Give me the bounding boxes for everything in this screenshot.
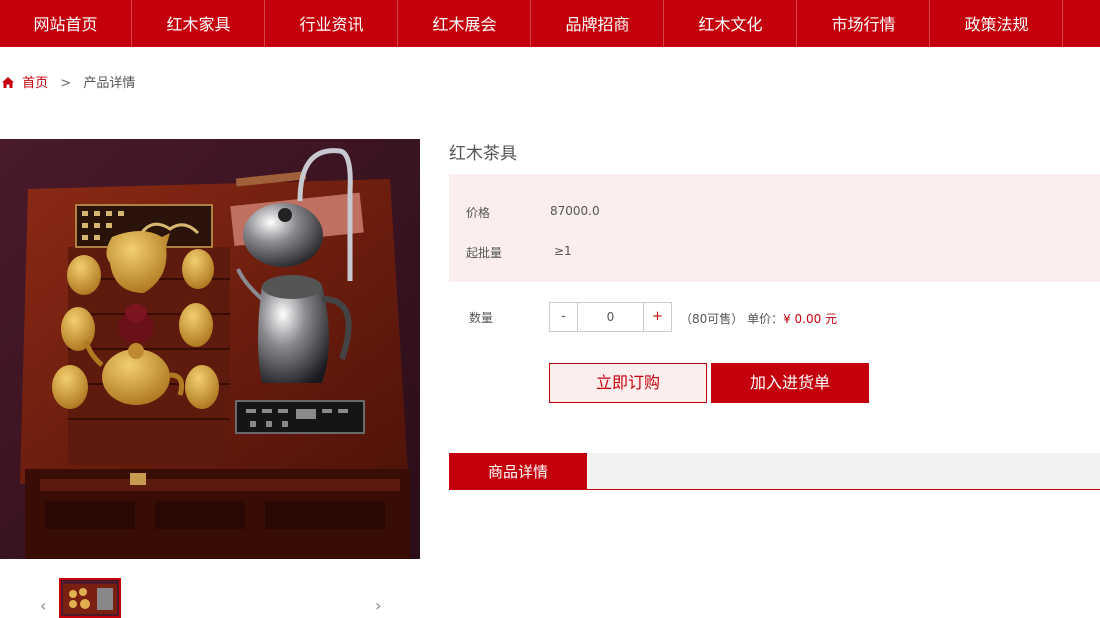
unit-price: ¥ 0.00 元: [783, 312, 838, 326]
top-nav: 网站首页 红木家具 行业资讯 红木展会 品牌招商 红木文化 市场行情 政策法规 …: [0, 0, 1100, 47]
product-main-image: [0, 139, 420, 559]
home-icon: [2, 77, 14, 88]
quantity-label: 数量: [469, 311, 494, 325]
breadcrumb: 首页 > 产品详情: [2, 74, 135, 94]
add-to-cart-button[interactable]: 加入进货单: [711, 363, 869, 403]
thumb-next-arrow[interactable]: ›: [375, 596, 381, 615]
nav-item-label: 市场行情: [831, 15, 896, 34]
nav-item-label: 红木文化: [698, 15, 763, 34]
breadcrumb-current: 产品详情: [83, 76, 136, 91]
stock-text: （80可售） 单价：: [680, 312, 784, 326]
nav-item-label: 行业资讯: [299, 15, 364, 34]
tab-product-details[interactable]: 商品详情: [449, 453, 587, 490]
nav-item-label: 品牌招商: [565, 15, 630, 34]
nav-item-expo[interactable]: 红木展会: [399, 0, 531, 47]
price-box: 价格 87000.0 起批量 ≥1: [449, 174, 1100, 282]
nav-item-furniture[interactable]: 红木家具: [133, 0, 265, 47]
detail-tabs: 商品详情: [449, 453, 1100, 490]
nav-item-label: 红木家具: [166, 15, 231, 34]
moq-value: ≥1: [554, 244, 572, 258]
buy-now-button[interactable]: 立即订购: [549, 363, 707, 403]
nav-item-news[interactable]: 行业资讯: [266, 0, 398, 47]
thumb-prev-arrow[interactable]: ‹: [40, 596, 46, 615]
nav-item-home[interactable]: 网站首页: [0, 0, 132, 47]
price-label: 价格: [466, 206, 491, 220]
price-value: 87000.0: [550, 204, 600, 218]
breadcrumb-home-link[interactable]: 首页: [22, 76, 48, 91]
product-title: 红木茶具: [449, 144, 517, 164]
nav-item-label: 网站首页: [33, 15, 98, 34]
nav-item-policy[interactable]: 政策法规: [931, 0, 1063, 47]
moq-label: 起批量: [466, 246, 503, 260]
quantity-decrement-button[interactable]: -: [549, 302, 578, 332]
quantity-increment-button[interactable]: +: [643, 302, 672, 332]
nav-item-culture[interactable]: 红木文化: [665, 0, 797, 47]
nav-item-label: 红木展会: [432, 15, 497, 34]
quantity-input[interactable]: [578, 302, 643, 332]
nav-item-market[interactable]: 市场行情: [798, 0, 930, 47]
product-thumbnail[interactable]: [59, 578, 121, 618]
nav-item-more[interactable]: 专: [1064, 0, 1100, 47]
nav-item-brand[interactable]: 品牌招商: [532, 0, 664, 47]
stock-info: （80可售） 单价：¥ 0.00 元: [680, 310, 837, 327]
nav-item-label: 政策法规: [964, 15, 1029, 34]
breadcrumb-separator: >: [60, 76, 72, 91]
